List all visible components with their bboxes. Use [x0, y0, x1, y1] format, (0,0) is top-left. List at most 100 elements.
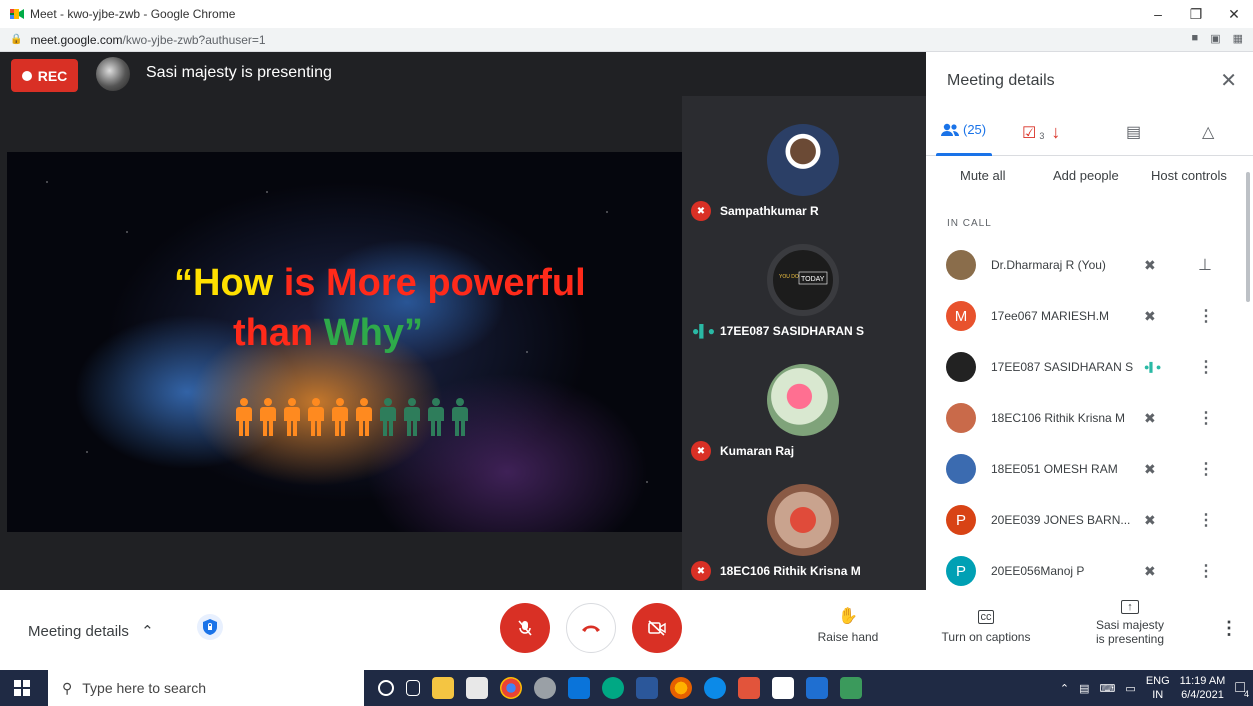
pin-icon[interactable]: ⊥ — [1198, 255, 1212, 275]
add-people-button[interactable]: Add people — [1053, 168, 1119, 183]
chrome-badge-icon[interactable] — [738, 677, 760, 699]
participant-tile[interactable]: ✖ Sampathkumar R — [682, 116, 926, 236]
cortana-icon[interactable] — [378, 680, 394, 696]
task-check-icon: ☑ — [1022, 124, 1037, 142]
mail-icon[interactable] — [568, 677, 590, 699]
battery-icon[interactable]: ▭ — [1125, 682, 1135, 695]
present-screen-icon: ↑ — [1121, 600, 1139, 614]
mute-all-button[interactable]: Mute all — [960, 168, 1006, 183]
mic-muted-icon: ✖ — [691, 441, 711, 461]
chrome-icon[interactable] — [500, 677, 522, 699]
participant-row[interactable]: M 17ee067 MARIESH.M ✖ ⋮ — [926, 291, 1244, 341]
clock[interactable]: 11:19 AM 6/4/2021 — [1180, 674, 1226, 702]
panel-scrollbar[interactable] — [1246, 172, 1250, 302]
presentation-slide: “How is More powerful than Why” — [7, 152, 682, 532]
down-arrow-icon: ↓ — [1051, 122, 1061, 142]
presenting-button[interactable]: ↑ Sasi majesty is presenting — [1080, 600, 1180, 646]
mic-muted-icon: ✖ — [1144, 511, 1156, 528]
tab-people[interactable]: (25) — [940, 122, 986, 137]
participant-photo — [767, 124, 839, 196]
cloud-icon[interactable] — [874, 677, 896, 699]
participant-row[interactable]: 18EE051 OMESH RAM ✖ ⋮ — [926, 444, 1244, 494]
participant-row[interactable]: P 20EE039 JONES BARN... ✖ ⋮ — [926, 495, 1244, 545]
participant-list-name: Dr.Dharmaraj R (You) — [991, 258, 1106, 272]
presenter-avatar — [96, 57, 130, 91]
mic-muted-icon: ✖ — [691, 561, 711, 581]
excel-app-icon[interactable] — [840, 677, 862, 699]
captions-label: Turn on captions — [941, 630, 1031, 644]
meeting-details-label: Meeting details — [28, 623, 129, 640]
tasks-count: 3 — [1039, 130, 1045, 141]
edge-icon[interactable] — [704, 677, 726, 699]
lang-line2: IN — [1152, 689, 1164, 701]
file-explorer-icon[interactable] — [432, 677, 454, 699]
language-indicator[interactable]: ENG IN — [1146, 674, 1170, 702]
participant-row[interactable]: P 20EE056Manoj P ✖ ⋮ — [926, 546, 1244, 596]
windows-start-icon[interactable] — [14, 680, 30, 696]
tab-activities[interactable]: △ — [1202, 122, 1214, 142]
leave-call-button[interactable] — [566, 603, 616, 653]
photos-icon[interactable] — [806, 677, 828, 699]
hand-icon: ✋ — [838, 608, 858, 625]
more-vert-icon[interactable]: ⋮ — [1198, 357, 1214, 377]
address-bar[interactable]: 🔒 meet.google.com /kwo-yjbe-zwb?authuser… — [0, 28, 1253, 52]
captions-button[interactable]: cc Turn on captions — [936, 610, 1036, 644]
close-panel-icon[interactable]: ✕ — [1220, 68, 1237, 93]
shield-icon[interactable] — [197, 614, 223, 640]
participant-row[interactable]: 18EC106 Rithik Krisna M ✖ ⋮ — [926, 393, 1244, 443]
firefox-icon[interactable] — [670, 677, 692, 699]
extension-icon[interactable]: ▦ — [1233, 32, 1243, 45]
keyboard-icon[interactable]: ⌨ — [1100, 682, 1116, 695]
network-icon[interactable]: ▤ — [1079, 682, 1089, 695]
svg-text:YOU DO: YOU DO — [779, 274, 799, 280]
pdf-icon[interactable] — [772, 677, 794, 699]
host-controls-button[interactable]: Host controls — [1151, 168, 1227, 183]
raise-hand-label: Raise hand — [817, 630, 879, 644]
person-figure-icon — [257, 398, 279, 436]
slide-text-run: Why” — [323, 312, 423, 354]
meet-app-icon[interactable] — [602, 677, 624, 699]
mic-toggle-button[interactable] — [500, 603, 550, 653]
cast-icon[interactable]: ▣ — [1210, 32, 1220, 45]
participant-row[interactable]: Dr.Dharmaraj R (You) ✖ ⊥ — [926, 240, 1244, 290]
more-vert-icon[interactable]: ⋮ — [1198, 510, 1214, 530]
camera-icon[interactable]: ■ — [1192, 32, 1199, 45]
word-icon[interactable] — [636, 677, 658, 699]
taskbar-search[interactable]: ⚲ Type here to search — [48, 670, 364, 706]
restore-button[interactable]: ❐ — [1177, 0, 1215, 28]
panel-tabs: (25) ☑ 3 ↓ ▤ △ — [926, 118, 1253, 156]
close-window-button[interactable]: ✕ — [1215, 0, 1253, 28]
tab-chat[interactable]: ▤ — [1126, 122, 1141, 142]
meeting-details-toggle[interactable]: Meeting details ⌃ — [28, 622, 154, 640]
participant-tile[interactable]: YOU DO TODAY ●▌● 17EE087 SASIDHARAN S — [682, 236, 926, 356]
raise-hand-button[interactable]: ✋ Raise hand — [808, 606, 888, 644]
url-path: /kwo-yjbe-zwb?authuser=1 — [122, 32, 266, 47]
more-options-icon[interactable]: ⋮ — [1220, 618, 1238, 639]
avatar — [946, 403, 976, 433]
tab-tasks[interactable]: ☑ 3 ↓ — [1022, 122, 1060, 143]
people-count: (25) — [963, 122, 987, 137]
meeting-controls-bar: Meeting details ⌃ ✋ Raise hand cc Turn o… — [0, 590, 1253, 670]
minimize-button[interactable]: – — [1139, 0, 1177, 28]
mic-muted-icon: ✖ — [1144, 409, 1156, 426]
people-figures — [233, 398, 471, 436]
camera-toggle-button[interactable] — [632, 603, 682, 653]
more-vert-icon[interactable]: ⋮ — [1198, 408, 1214, 428]
person-figure-icon — [305, 398, 327, 436]
person-figure-icon — [377, 398, 399, 436]
store-icon[interactable] — [466, 677, 488, 699]
people-icon — [941, 123, 959, 136]
more-vert-icon[interactable]: ⋮ — [1198, 459, 1214, 479]
participant-tile[interactable]: ✖ Kumaran Raj — [682, 356, 926, 476]
task-view-icon[interactable] — [406, 680, 420, 696]
participant-tile[interactable]: ✖ 18EC106 Rithik Krisna M — [682, 476, 926, 596]
participant-row[interactable]: 17EE087 SASIDHARAN S ●▌● ⋮ — [926, 342, 1244, 392]
more-vert-icon[interactable]: ⋮ — [1198, 306, 1214, 326]
notification-icon[interactable]: □ 4 — [1235, 679, 1249, 699]
chevron-up-tray-icon[interactable]: ⌃ — [1060, 682, 1069, 695]
participant-strip: ✖ Sampathkumar R YOU DO TODAY ●▌● 17EE087… — [682, 96, 926, 590]
app-icon[interactable] — [534, 677, 556, 699]
more-vert-icon[interactable]: ⋮ — [1198, 561, 1214, 581]
mic-muted-icon: ✖ — [1144, 562, 1156, 579]
person-figure-icon — [401, 398, 423, 436]
